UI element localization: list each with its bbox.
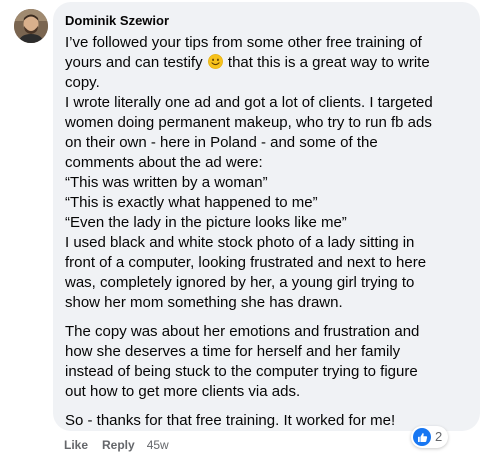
comment-line: women doing permanent makeup, who try to…	[65, 114, 432, 131]
comment-line: copy.	[65, 74, 100, 91]
comment-line: on their own - here in Poland - and some…	[65, 134, 378, 151]
reaction-summary[interactable]: 2	[411, 426, 449, 448]
comment-line: “Even the lady in the picture looks like…	[65, 214, 347, 231]
comment-paragraph: I’ve followed your tips from some other …	[65, 33, 470, 313]
comment-text: yours and can testify	[65, 54, 203, 71]
comment-line: “This was written by a woman”	[65, 174, 268, 191]
timestamp[interactable]: 45w	[147, 438, 169, 452]
comment-paragraph: So - thanks for that free training. It w…	[65, 411, 470, 431]
smiling-face-icon	[207, 54, 223, 69]
comment-body: I’ve followed your tips from some other …	[65, 33, 470, 431]
comment: Dominik Szewior I’ve followed your tips …	[0, 0, 488, 457]
comment-line: I used black and white stock photo of a …	[65, 234, 415, 251]
comment-line: I’ve followed your tips from some other …	[65, 34, 422, 51]
comment-line: front of a computer, looking frustrated …	[65, 254, 427, 271]
comment-line: show her mom something she has drawn.	[65, 294, 343, 311]
comment-line: “This is exactly what happened to me”	[65, 194, 318, 211]
comment-bubble: Dominik Szewior I’ve followed your tips …	[53, 2, 480, 431]
comment-line: was, completely ignored by her, a young …	[65, 274, 415, 291]
reaction-count: 2	[435, 429, 443, 444]
comment-line: instead of being stuck to the computer t…	[65, 363, 418, 380]
comment-line: The copy was about her emotions and frus…	[65, 323, 420, 340]
comment-line: So - thanks for that free training. It w…	[65, 412, 396, 429]
reply-button[interactable]: Reply	[102, 438, 135, 452]
comment-paragraph: The copy was about her emotions and frus…	[65, 322, 470, 402]
comment-line: how she deserves a time for herself and …	[65, 343, 401, 360]
comment-text: that this is a great way to write	[227, 54, 430, 71]
comment-line: out how to get more clients via ads.	[65, 383, 301, 400]
comment-line: I wrote literally one ad and got a lot o…	[65, 94, 433, 111]
avatar[interactable]	[14, 9, 48, 43]
comment-actions: Like Reply 45w	[64, 438, 169, 452]
comment-line: yours and can testify that this is a gre…	[65, 53, 470, 73]
comment-line: comments about the ad were:	[65, 154, 263, 171]
author-name[interactable]: Dominik Szewior	[65, 13, 470, 29]
avatar-photo	[14, 9, 48, 43]
like-button[interactable]: Like	[64, 438, 88, 452]
like-icon	[413, 428, 431, 446]
